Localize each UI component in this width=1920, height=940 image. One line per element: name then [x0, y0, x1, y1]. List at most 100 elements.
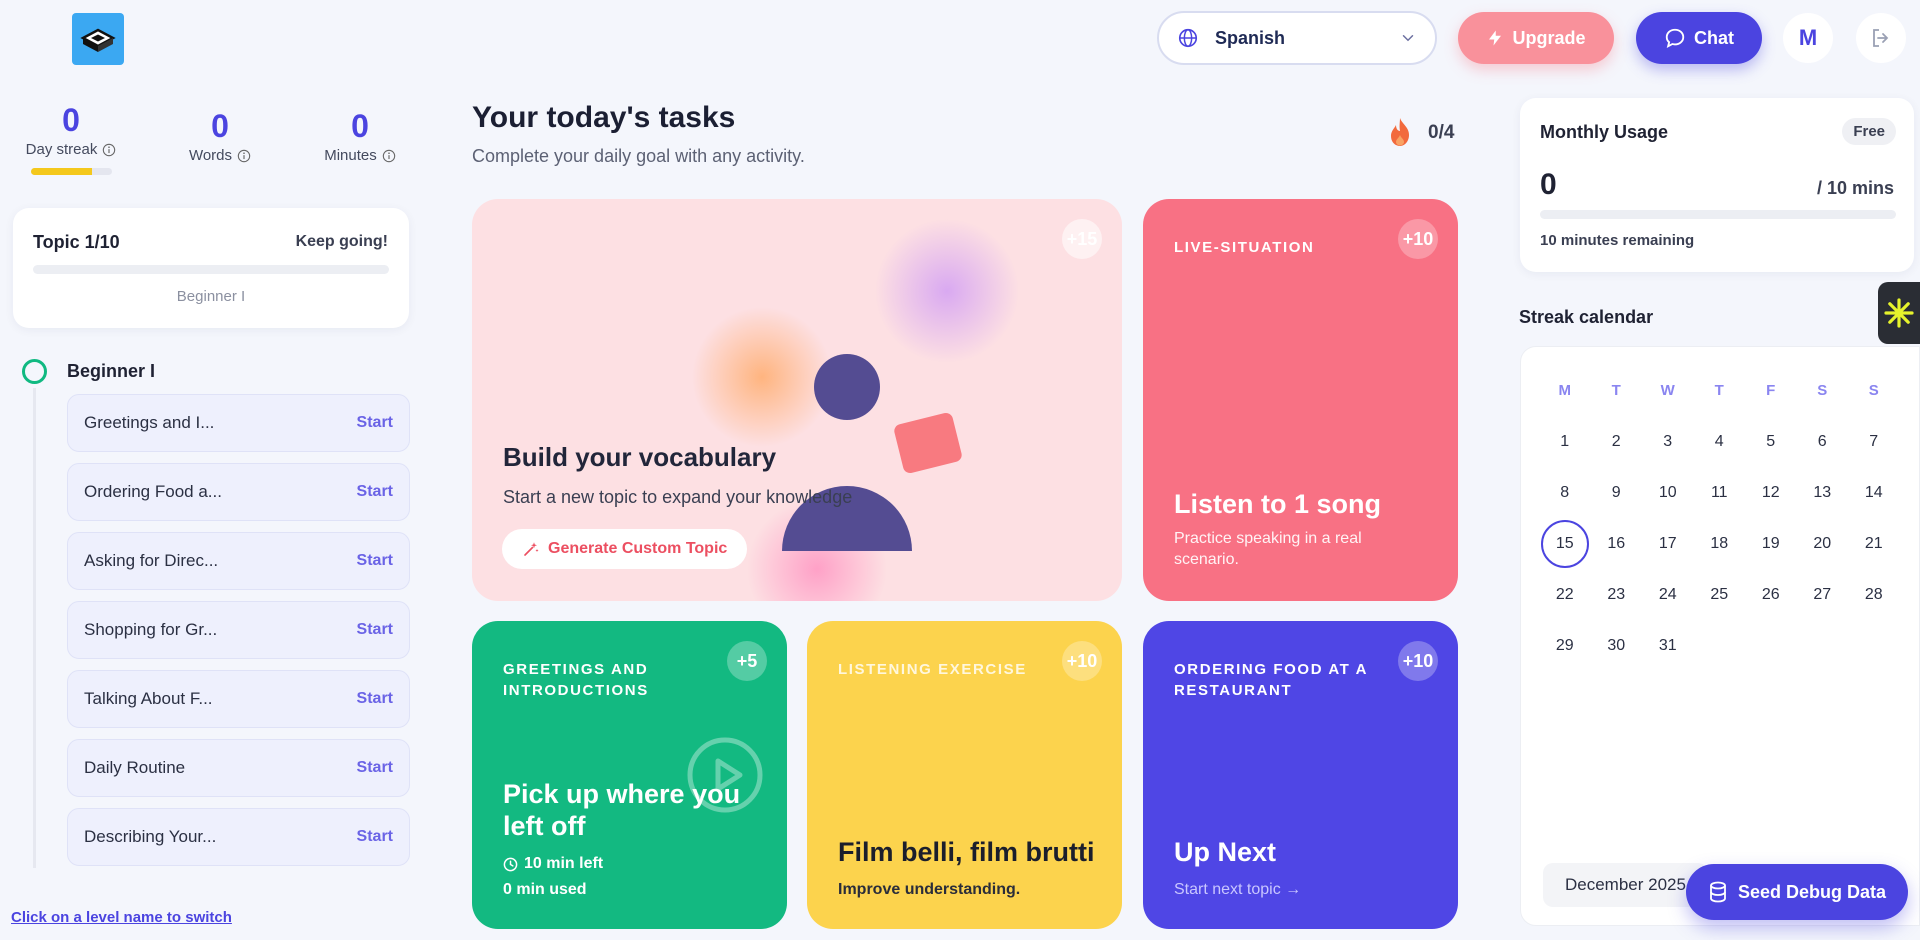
lesson-item[interactable]: Shopping for Gr... Start: [67, 601, 410, 659]
side-widget-tab[interactable]: [1878, 282, 1920, 344]
calendar-day[interactable]: 14: [1848, 467, 1900, 518]
calendar-day[interactable]: 12: [1745, 467, 1797, 518]
calendar-day[interactable]: 7: [1848, 416, 1900, 467]
lesson-name: Daily Routine: [84, 758, 186, 777]
info-icon[interactable]: [237, 149, 251, 163]
weekday-header: T: [1714, 382, 1724, 399]
logout-button[interactable]: [1856, 13, 1906, 63]
topic-progress-card: Topic 1/10 Keep going! Beginner I: [13, 208, 409, 328]
up-next-card[interactable]: ORDERING FOOD AT A RESTAURANT +10 Up Nex…: [1143, 621, 1458, 929]
level-status-icon: [22, 359, 47, 384]
clock-icon: [503, 857, 518, 872]
minutes-value: 0: [351, 108, 369, 144]
calendar-day[interactable]: 20: [1797, 518, 1849, 569]
calendar-day[interactable]: 30: [1591, 620, 1643, 671]
calendar-day[interactable]: 21: [1848, 518, 1900, 569]
calendar-day-number: 20: [1813, 534, 1832, 552]
calendar-day-number: 12: [1761, 483, 1780, 501]
app-logo[interactable]: [72, 13, 124, 65]
globe-icon: [1178, 28, 1198, 48]
points-badge: +10: [1062, 641, 1102, 681]
lesson-item[interactable]: Describing Your... Start: [67, 808, 410, 866]
usage-title: Monthly Usage: [1540, 122, 1669, 142]
calendar-day-number: 21: [1864, 534, 1883, 552]
lesson-name: Ordering Food a...: [84, 482, 222, 501]
calendar-day-number: 31: [1658, 636, 1677, 654]
calendar-day[interactable]: 8: [1539, 467, 1591, 518]
calendar-day[interactable]: 24: [1642, 569, 1694, 620]
calendar-day[interactable]: 5: [1745, 416, 1797, 467]
seed-debug-button[interactable]: Seed Debug Data: [1686, 864, 1908, 920]
lesson-start-button[interactable]: Start: [357, 414, 393, 432]
calendar-day[interactable]: 2: [1591, 416, 1643, 467]
calendar-day[interactable]: 17: [1642, 518, 1694, 569]
calendar-day-number: 13: [1813, 483, 1832, 501]
lesson-start-button[interactable]: Start: [357, 759, 393, 777]
monthly-usage-card: Monthly Usage Free 0 / 10 mins 10 minute…: [1520, 98, 1914, 272]
listening-exercise-card[interactable]: LISTENING EXERCISE +10 Film belli, film …: [807, 621, 1122, 929]
live-situation-card[interactable]: LIVE-SITUATION +10 Listen to 1 song Prac…: [1143, 199, 1458, 601]
calendar-day-number: 17: [1658, 534, 1677, 552]
calendar-day[interactable]: 11: [1694, 467, 1746, 518]
calendar-day-number: 14: [1864, 483, 1883, 501]
lesson-item[interactable]: Greetings and I... Start: [67, 394, 410, 452]
chat-button[interactable]: Chat: [1636, 12, 1762, 64]
calendar-day[interactable]: 18: [1694, 518, 1746, 569]
info-icon[interactable]: [102, 143, 116, 157]
upgrade-button[interactable]: Upgrade: [1458, 12, 1614, 64]
card-kicker: LIVE-SITUATION: [1174, 239, 1315, 256]
calendar-day-number: 2: [1611, 432, 1621, 450]
calendar-day[interactable]: 10: [1642, 467, 1694, 518]
continue-lesson-card[interactable]: GREETINGS AND INTRODUCTIONS +5 Pick up w…: [472, 621, 787, 929]
calendar-day[interactable]: 22: [1539, 569, 1591, 620]
points-badge: +5: [727, 641, 767, 681]
calendar-day[interactable]: 1: [1539, 416, 1591, 467]
vocab-task-card[interactable]: +15 Build your vocabulary Start a new to…: [472, 199, 1122, 601]
page-subtitle: Complete your daily goal with any activi…: [472, 146, 805, 166]
language-select[interactable]: Spanish: [1157, 11, 1437, 65]
calendar-day-number: 22: [1555, 585, 1574, 603]
switch-level-link[interactable]: Click on a level name to switch: [11, 909, 232, 926]
lesson-start-button[interactable]: Start: [357, 828, 393, 846]
calendar-day[interactable]: 13: [1797, 467, 1849, 518]
calendar-day[interactable]: 31: [1642, 620, 1694, 671]
calendar-day[interactable]: 9: [1591, 467, 1643, 518]
calendar-day[interactable]: 25: [1694, 569, 1746, 620]
live-subtitle: Practice speaking in a real scenario.: [1174, 530, 1362, 568]
calendar-day[interactable]: 19: [1745, 518, 1797, 569]
calendar-day[interactable]: 6: [1797, 416, 1849, 467]
lesson-item[interactable]: Asking for Direc... Start: [67, 532, 410, 590]
calendar-day[interactable]: 29: [1539, 620, 1591, 671]
lesson-start-button[interactable]: Start: [357, 621, 393, 639]
lesson-start-button[interactable]: Start: [357, 690, 393, 708]
listening-subtitle: Improve understanding.: [838, 881, 1021, 898]
calendar-day[interactable]: 3: [1642, 416, 1694, 467]
calendar-day[interactable]: 16: [1591, 518, 1643, 569]
lesson-start-button[interactable]: Start: [357, 552, 393, 570]
time-left: 10 min left: [524, 855, 604, 872]
day-streak-label: Day streak: [25, 141, 98, 158]
calendar-month[interactable]: December 2025: [1543, 863, 1708, 907]
vocab-title: Build your vocabulary: [503, 442, 777, 472]
lesson-item[interactable]: Daily Routine Start: [67, 739, 410, 797]
language-label: Spanish: [1215, 27, 1286, 48]
start-next-topic-link[interactable]: Start next topic →: [1174, 880, 1301, 901]
level-name[interactable]: Beginner I: [67, 361, 155, 382]
sparkle-wand-icon: [524, 542, 539, 556]
user-avatar[interactable]: M: [1783, 13, 1833, 63]
weekday-header: M: [1558, 382, 1572, 399]
calendar-day-today[interactable]: 15: [1539, 518, 1591, 569]
lesson-item[interactable]: Talking About F... Start: [67, 670, 410, 728]
calendar-day[interactable]: 23: [1591, 569, 1643, 620]
calendar-day[interactable]: 28: [1848, 569, 1900, 620]
calendar-day[interactable]: 4: [1694, 416, 1746, 467]
calendar-day-number: 11: [1710, 483, 1728, 501]
calendar-day[interactable]: 26: [1745, 569, 1797, 620]
lesson-item[interactable]: Ordering Food a... Start: [67, 463, 410, 521]
info-icon[interactable]: [382, 149, 396, 163]
calendar-day-number: 24: [1658, 585, 1677, 603]
weekday-header: S: [1868, 382, 1879, 399]
calendar-day[interactable]: 27: [1797, 569, 1849, 620]
lesson-start-button[interactable]: Start: [357, 483, 393, 501]
generate-topic-button[interactable]: Generate Custom Topic: [502, 529, 748, 569]
